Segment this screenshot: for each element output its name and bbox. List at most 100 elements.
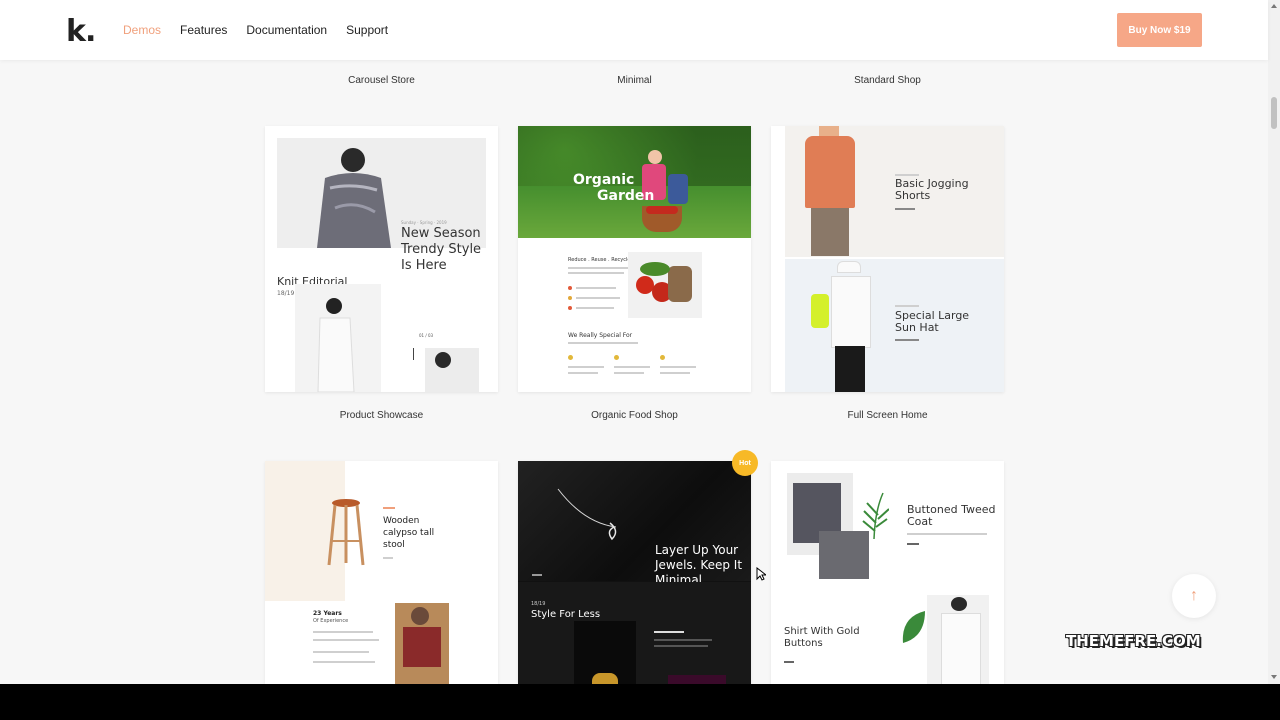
- white-jacket: [831, 276, 871, 348]
- text-line: [568, 372, 598, 374]
- text-line: [313, 631, 373, 633]
- arrow-up-icon: ↑: [1190, 587, 1198, 604]
- top-navigation: k. Demos Features Documentation Support …: [0, 0, 1268, 60]
- accent-block: [668, 675, 726, 684]
- demo-card-fashion-coat[interactable]: Buttoned Tweed Coat Shirt With Gold Butt…: [771, 461, 1004, 684]
- text-line: [614, 366, 650, 368]
- text-line: [784, 661, 794, 663]
- scroll-down-icon[interactable]: [1271, 675, 1277, 679]
- craftsman-shirt: [403, 627, 441, 667]
- text-line: [895, 339, 919, 341]
- item-title-jogging-shorts: Basic Jogging Shorts: [895, 177, 969, 202]
- text-line: [568, 272, 624, 274]
- text-line: [654, 631, 684, 633]
- demo-label-organic-food-shop[interactable]: Organic Food Shop: [518, 410, 751, 421]
- nav-features[interactable]: Features: [180, 23, 227, 37]
- demo-label-carousel-store[interactable]: Carousel Store: [265, 75, 498, 86]
- text-line: [313, 639, 379, 641]
- nav-support[interactable]: Support: [346, 23, 388, 37]
- sun-hat: [837, 261, 861, 273]
- main-nav: Demos Features Documentation Support: [123, 23, 388, 37]
- text-line: [576, 287, 616, 289]
- lower-date: 18/19: [531, 601, 546, 607]
- tagline-small: Sunday · Spring · 2019: [401, 220, 447, 225]
- product-title-coat: Buttoned Tweed Coat: [907, 503, 996, 528]
- text-line: [313, 651, 369, 653]
- product-title-shirt: Shirt With Gold Buttons: [784, 626, 860, 649]
- white-outfit-illustration: [317, 298, 355, 392]
- back-to-top-button[interactable]: ↑: [1172, 574, 1216, 618]
- feature-icon: [660, 355, 665, 360]
- orange-shirt: [805, 136, 855, 208]
- lower-title: Style For Less: [531, 609, 601, 620]
- feature-icon: [568, 355, 573, 360]
- stool-illustration: [327, 499, 365, 566]
- text-line: [654, 645, 708, 647]
- demo-label-full-screen-home[interactable]: Full Screen Home: [771, 410, 1004, 421]
- hero-foliage: [518, 126, 751, 186]
- bottom-bar: [0, 684, 1280, 720]
- text-line: [383, 557, 393, 559]
- nav-demos[interactable]: Demos: [123, 23, 161, 37]
- hero-title-line1: Organic: [573, 172, 635, 188]
- demo-card-furniture[interactable]: Wooden calypso tall stool 23 Years Of Ex…: [265, 461, 498, 684]
- white-shirt: [941, 613, 981, 684]
- product-title: Wooden calypso tall stool: [383, 516, 435, 550]
- text-line: [576, 307, 614, 309]
- text-line: [568, 366, 604, 368]
- text-line: [895, 305, 919, 307]
- buy-now-button[interactable]: Buy Now $19: [1117, 13, 1202, 47]
- demo-label-product-showcase[interactable]: Product Showcase: [265, 410, 498, 421]
- demo-card-jewelry[interactable]: Layer Up Your Jewels. Keep It Minimal 18…: [518, 461, 751, 684]
- model-illustration: [317, 148, 391, 248]
- leaf-illustration: [902, 611, 925, 643]
- gold-ring: [592, 673, 618, 684]
- demo-card-organic-food-shop[interactable]: Organic Garden Reduce . Reuse . Recycle …: [518, 126, 751, 392]
- text-line: [532, 574, 542, 576]
- palm-leaf-illustration: [862, 492, 889, 540]
- section-title-special: We Really Special For: [568, 332, 633, 339]
- text-line: [654, 639, 712, 641]
- demo-label-minimal[interactable]: Minimal: [518, 75, 751, 86]
- text-line: [907, 533, 987, 535]
- item-title-sun-hat: Special Large Sun Hat: [895, 309, 970, 334]
- text-line: [660, 366, 696, 368]
- nav-documentation[interactable]: Documentation: [246, 23, 327, 37]
- headline: New Season Trendy Style Is Here: [401, 226, 482, 273]
- yellow-backpack: [811, 294, 829, 328]
- leaves: [640, 262, 670, 276]
- child2-body: [668, 174, 688, 204]
- hand: [668, 266, 692, 302]
- slide-counter: 01 / 03: [419, 333, 434, 338]
- text-line: [660, 372, 690, 374]
- demo-card-full-screen-home[interactable]: Basic Jogging Shorts Special Large Sun H…: [771, 126, 1004, 392]
- apples: [646, 206, 678, 214]
- years-subtitle: Of Experience: [313, 618, 349, 624]
- text-line: [313, 661, 375, 663]
- model-head: [951, 597, 967, 611]
- scrollbar-thumb[interactable]: [1271, 97, 1277, 129]
- hero-title-line2: Garden: [597, 188, 655, 204]
- text-line: [895, 208, 915, 210]
- watermark: THEMEFRE.COM: [1066, 632, 1201, 650]
- demo-card-product-showcase[interactable]: Sunday · Spring · 2019 New Season Trendy…: [265, 126, 498, 392]
- black-pants: [835, 346, 865, 392]
- craftsman-head: [411, 607, 429, 625]
- years-count: 23 Years: [313, 610, 342, 617]
- scroll-up-icon[interactable]: [1271, 4, 1277, 8]
- text-line: [576, 297, 620, 299]
- text-line: [568, 267, 628, 269]
- shorts: [811, 208, 849, 256]
- feature-icon: [614, 355, 619, 360]
- mouse-cursor-icon: [756, 567, 766, 581]
- small-model-photo: [425, 348, 479, 392]
- hot-badge: Hot: [732, 450, 758, 476]
- text-line: [614, 372, 644, 374]
- section-title-reduce: Reduce . Reuse . Recycle: [568, 257, 631, 263]
- divider: [413, 348, 414, 360]
- demo-label-standard-shop[interactable]: Standard Shop: [771, 75, 1004, 86]
- scrollbar[interactable]: [1268, 0, 1280, 684]
- text-line: [383, 507, 395, 509]
- logo[interactable]: k.: [66, 14, 96, 49]
- bullet-icon: [568, 286, 572, 290]
